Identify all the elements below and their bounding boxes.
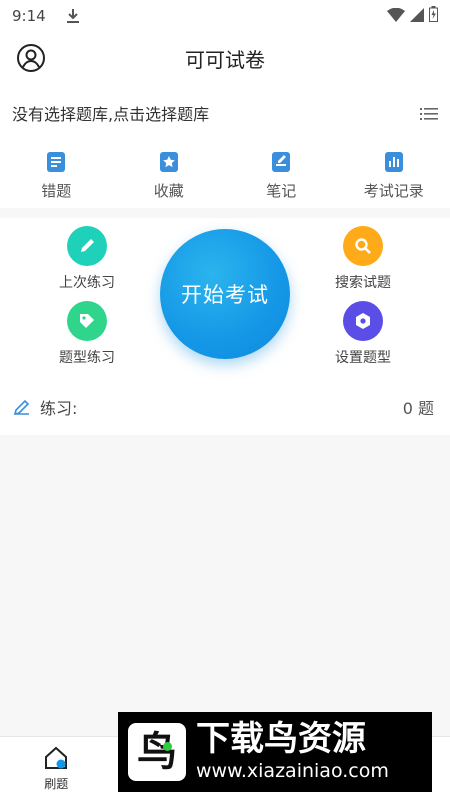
- download-icon: [66, 8, 80, 24]
- notes-icon: [269, 150, 293, 174]
- type-practice-button[interactable]: 题型练习: [32, 301, 142, 367]
- favorites-icon: [157, 150, 181, 174]
- quick-action-label: 错题: [41, 182, 72, 200]
- tab-practice-label: 刷题: [44, 777, 69, 791]
- practice-label: 练习:: [40, 399, 78, 418]
- settings-button[interactable]: 设置题型: [308, 301, 418, 367]
- wifi-icon: [387, 7, 405, 26]
- signal-icon: [410, 7, 424, 26]
- quick-action-favorites[interactable]: 收藏: [113, 142, 226, 208]
- quick-action-label: 收藏: [153, 182, 184, 200]
- battery-icon: [429, 6, 438, 26]
- status-bar: 9:14: [0, 0, 450, 32]
- last-practice-button[interactable]: 上次练习: [32, 226, 142, 292]
- tab-practice[interactable]: 刷题: [0, 737, 113, 800]
- quick-action-label: 考试记录: [363, 182, 424, 200]
- watermark-url: www.xiazainiao.com: [196, 760, 389, 783]
- search-questions-button[interactable]: 搜索试题: [308, 226, 418, 292]
- watermark-banner: 鸟 下载鸟资源 www.xiazainiao.com: [118, 712, 432, 792]
- question-bank-selector[interactable]: 没有选择题库,点击选择题库: [0, 84, 450, 142]
- last-practice-label: 上次练习: [59, 275, 115, 291]
- edit-icon: [12, 397, 32, 417]
- profile-icon[interactable]: [16, 43, 46, 73]
- type-practice-label: 题型练习: [59, 350, 115, 366]
- pencil-icon: [67, 226, 107, 266]
- quick-action-notes[interactable]: 笔记: [225, 142, 338, 208]
- search-questions-label: 搜索试题: [335, 275, 391, 291]
- quick-actions: 错题 收藏 笔记 考试记录: [0, 142, 450, 208]
- watermark-logo: 鸟: [128, 723, 186, 781]
- quick-action-label: 笔记: [266, 182, 297, 200]
- practice-count: 0 题: [402, 399, 434, 418]
- page-title: 可可试卷: [185, 47, 265, 72]
- start-exam-label: 开始考试: [181, 283, 269, 307]
- start-exam-button[interactable]: 开始考试: [160, 229, 290, 359]
- question-bank-prompt[interactable]: 没有选择题库,点击选择题库: [12, 101, 209, 125]
- quick-action-wrong-questions[interactable]: 错题: [0, 142, 113, 208]
- settings-label: 设置题型: [335, 350, 391, 366]
- search-icon: [343, 226, 383, 266]
- tag-icon: [67, 301, 107, 341]
- exam-record-icon: [382, 150, 406, 174]
- app-bar: 可可试卷: [0, 32, 450, 84]
- home-icon: [41, 743, 71, 773]
- watermark-brand: 下载鸟资源: [196, 718, 366, 759]
- practice-summary[interactable]: 练习: 0 题: [0, 380, 450, 434]
- wrong-questions-icon: [44, 150, 68, 174]
- status-time: 9:14: [12, 7, 46, 25]
- quick-action-exam-record[interactable]: 考试记录: [338, 142, 450, 208]
- gear-icon: [343, 301, 383, 341]
- list-menu-icon[interactable]: [420, 106, 438, 120]
